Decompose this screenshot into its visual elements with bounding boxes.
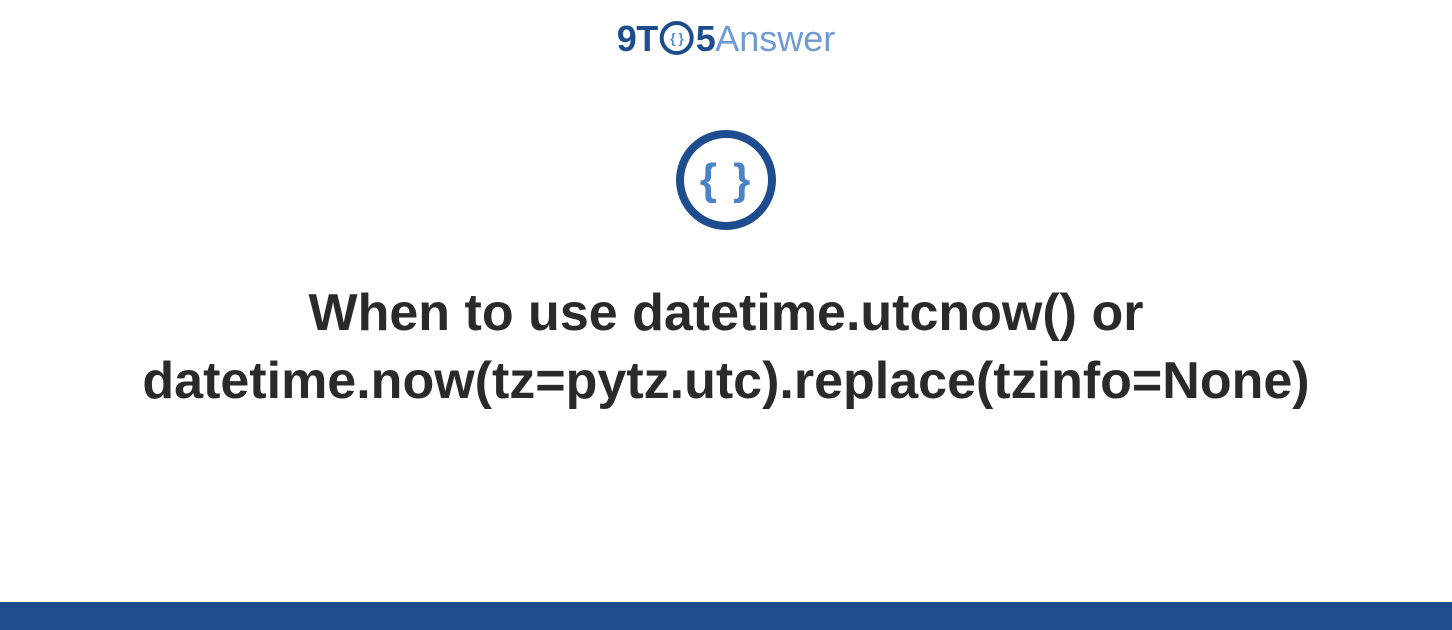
logo-part-answer: Answer — [715, 18, 835, 60]
site-logo: 9T { } 5 Answer — [617, 18, 836, 60]
logo-braces-icon: { } — [660, 21, 694, 55]
logo-part-9t: 9T — [617, 18, 658, 60]
question-title: When to use datetime.utcnow() or datetim… — [26, 280, 1426, 415]
footer-bar — [0, 602, 1452, 630]
logo-part-5: 5 — [696, 18, 716, 60]
hero-section: { } When to use datetime.utcnow() or dat… — [0, 130, 1452, 415]
code-braces-icon: { } — [676, 130, 776, 230]
